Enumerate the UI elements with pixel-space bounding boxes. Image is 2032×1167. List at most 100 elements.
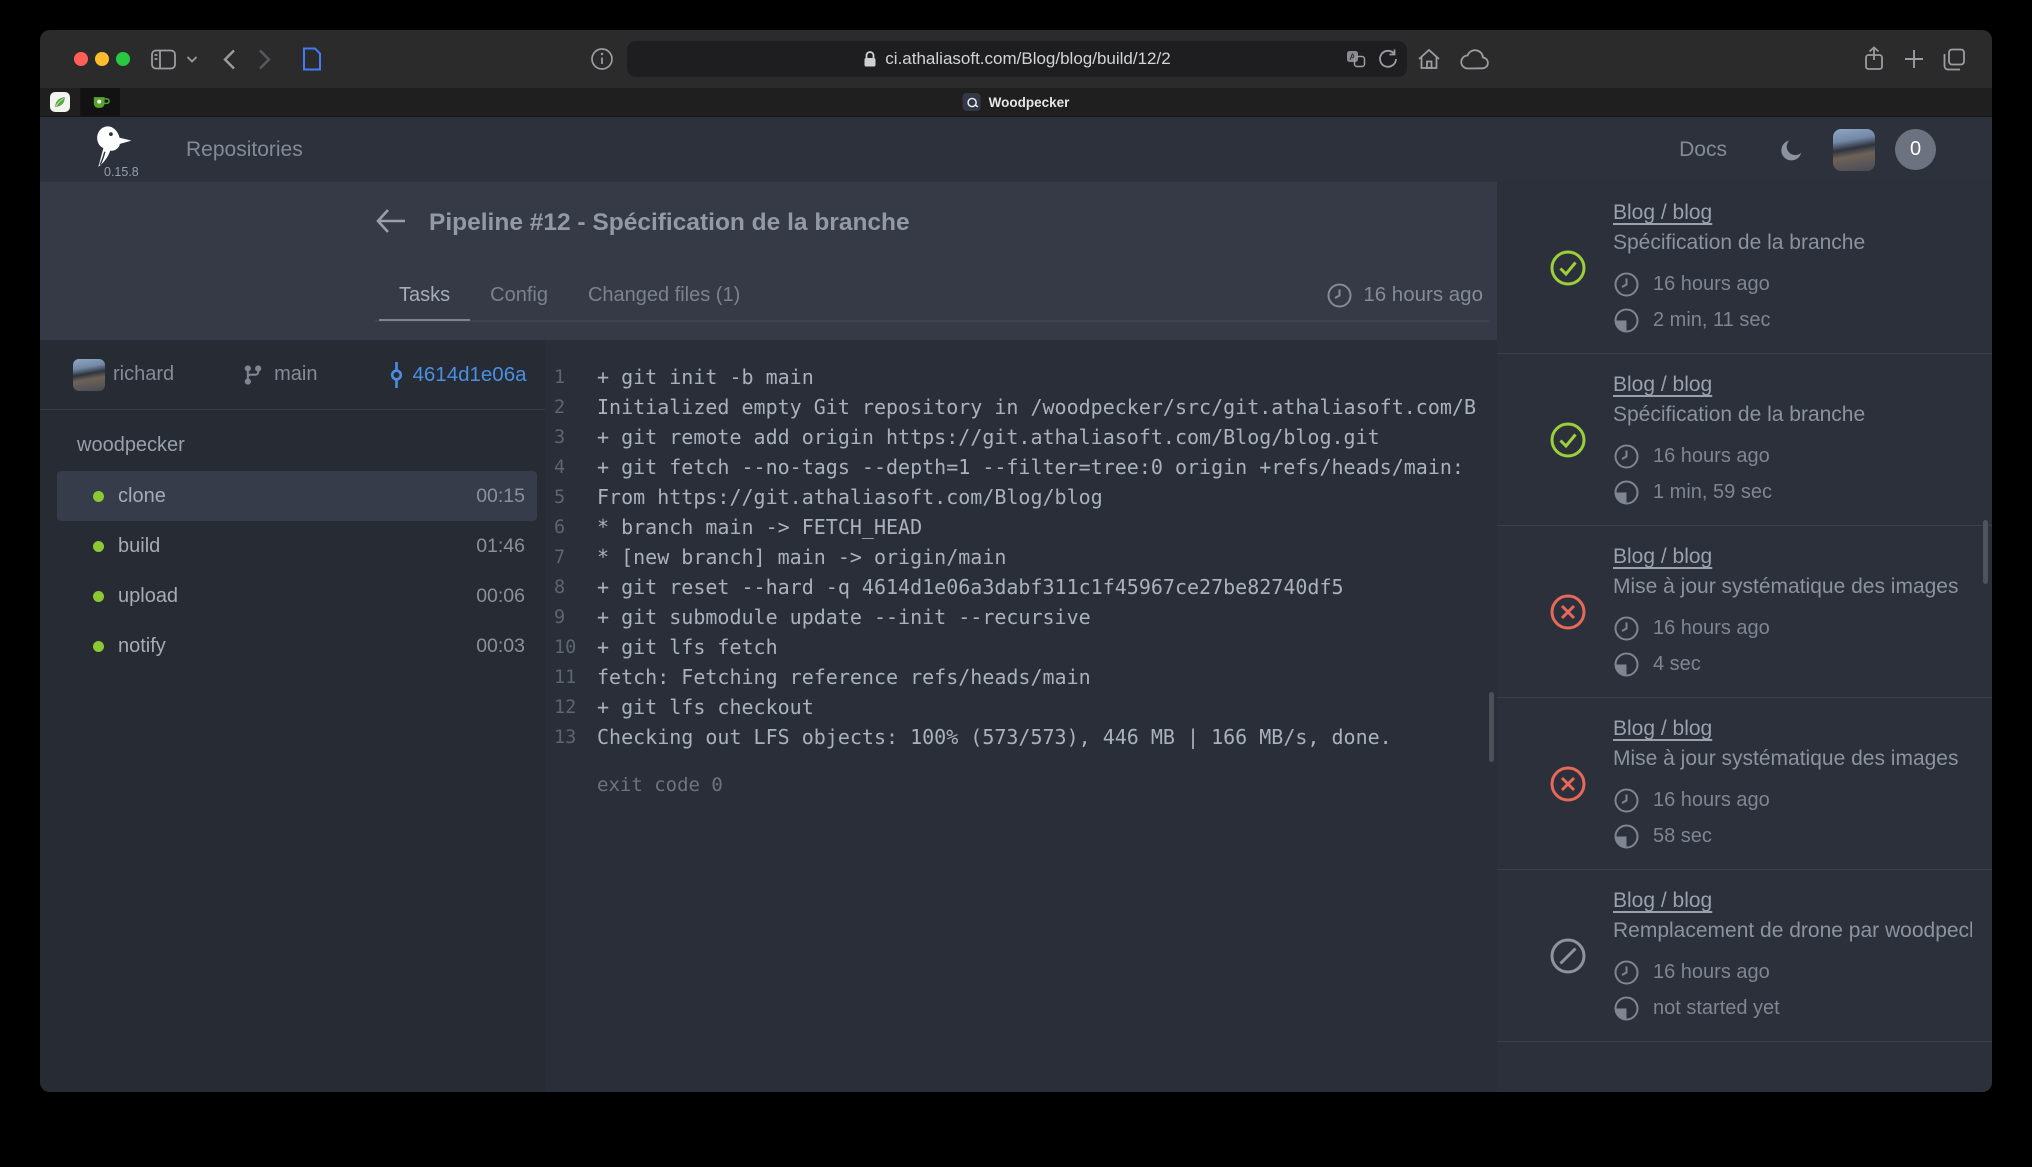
tab-config[interactable]: Config bbox=[470, 271, 568, 321]
pipeline-tabs: Tasks Config Changed files (1) 16 hours … bbox=[375, 270, 1489, 322]
log-line: 1+ git init -b main bbox=[545, 362, 1497, 392]
tab-overview-icon[interactable] bbox=[1943, 48, 1966, 71]
author-avatar bbox=[73, 359, 105, 391]
clock-icon bbox=[1613, 271, 1640, 298]
pipeline-meta: richard main 4614d1e06a bbox=[40, 340, 545, 410]
user-avatar[interactable] bbox=[1833, 129, 1875, 171]
log-line: 9+ git submodule update --init --recursi… bbox=[545, 602, 1497, 632]
duration-row: 58 sec bbox=[1613, 823, 1972, 850]
forward-button[interactable] bbox=[258, 48, 272, 70]
commit-hash-link[interactable]: 4614d1e06a bbox=[413, 363, 527, 387]
theme-toggle-moon-icon[interactable] bbox=[1779, 137, 1805, 163]
duration-row: 2 min, 11 sec bbox=[1613, 307, 1972, 334]
commit-message: Remplacement de drone par woodpecker bbox=[1613, 919, 1972, 943]
success-status-icon bbox=[1549, 249, 1587, 287]
brand[interactable]: 0.15.8 bbox=[90, 117, 150, 182]
tab-changed-files[interactable]: Changed files (1) bbox=[568, 271, 760, 321]
log-line: 4+ git fetch --no-tags --depth=1 --filte… bbox=[545, 452, 1497, 482]
clock-icon bbox=[1613, 959, 1640, 986]
notification-badge[interactable]: 0 bbox=[1895, 129, 1936, 170]
duration-icon bbox=[1613, 823, 1640, 850]
woodpecker-favicon bbox=[963, 93, 981, 111]
tab-tasks[interactable]: Tasks bbox=[379, 271, 470, 321]
reload-icon[interactable] bbox=[1378, 49, 1397, 69]
woodpecker-logo bbox=[90, 123, 134, 169]
info-icon[interactable] bbox=[590, 47, 614, 71]
commit-message: Spécification de la branche bbox=[1613, 231, 1972, 255]
translate-icon[interactable]: A bbox=[1346, 50, 1366, 68]
url-text: ci.athaliasoft.com/Blog/blog/build/12/2 bbox=[885, 49, 1170, 69]
clock-icon bbox=[1613, 615, 1640, 642]
repo-link[interactable]: Blog / blog bbox=[1613, 545, 1712, 569]
log-line: 7* [new branch] main -> origin/main bbox=[545, 542, 1497, 572]
reader-page-icon[interactable] bbox=[302, 47, 322, 72]
log-scrollbar-thumb[interactable] bbox=[1489, 692, 1494, 762]
close-window-button[interactable] bbox=[74, 52, 88, 66]
exit-code: exit code 0 bbox=[597, 774, 1497, 796]
log-panel: 1+ git init -b main 2Initialized empty G… bbox=[545, 340, 1497, 1092]
time-row: 16 hours ago bbox=[1613, 271, 1972, 298]
step-status-dot bbox=[93, 591, 104, 602]
commit-message: Mise à jour systématique des images bbox=[1613, 747, 1972, 771]
feed-scrollbar-thumb[interactable] bbox=[1983, 520, 1988, 584]
time-row: 16 hours ago bbox=[1613, 959, 1972, 986]
feed-entry[interactable]: Blog / blog Remplacement de drone par wo… bbox=[1497, 870, 1992, 1042]
feed-entry[interactable]: Blog / blog Mise à jour systématique des… bbox=[1497, 698, 1992, 870]
active-tab[interactable]: Woodpecker bbox=[963, 88, 1070, 116]
failure-status-icon bbox=[1549, 593, 1587, 631]
back-button[interactable] bbox=[222, 48, 236, 70]
duration-icon bbox=[1613, 651, 1640, 678]
nav-repositories-link[interactable]: Repositories bbox=[186, 138, 303, 162]
feed-entry[interactable]: Blog / blog Spécification de la branche … bbox=[1497, 182, 1992, 354]
step-group-label: woodpecker bbox=[77, 434, 545, 457]
commit-icon bbox=[389, 362, 404, 388]
clock-icon bbox=[1613, 787, 1640, 814]
steps-panel: richard main 4614d1e06a woodpecker bbox=[40, 340, 545, 1092]
feed-entry[interactable]: Blog / blog Spécification de la branche … bbox=[1497, 354, 1992, 526]
pinned-tab-gitea[interactable] bbox=[80, 88, 120, 116]
repo-link[interactable]: Blog / blog bbox=[1613, 717, 1712, 741]
new-tab-icon[interactable] bbox=[1904, 49, 1924, 69]
home-icon[interactable] bbox=[1416, 47, 1442, 71]
step-row-notify[interactable]: notify 00:03 bbox=[57, 621, 537, 671]
feed-entry[interactable]: Blog / blog Mise à jour systématique des… bbox=[1497, 526, 1992, 698]
step-row-upload[interactable]: upload 00:06 bbox=[57, 571, 537, 621]
failure-status-icon bbox=[1549, 765, 1587, 803]
branch-icon bbox=[242, 363, 264, 387]
time-row: 16 hours ago bbox=[1613, 615, 1972, 642]
not-started-status-icon bbox=[1549, 937, 1587, 975]
address-bar[interactable]: ci.athaliasoft.com/Blog/blog/build/12/2 … bbox=[627, 41, 1407, 77]
log-line: 6* branch main -> FETCH_HEAD bbox=[545, 512, 1497, 542]
duration-row: 4 sec bbox=[1613, 651, 1972, 678]
minimize-window-button[interactable] bbox=[95, 52, 109, 66]
commit-message: Spécification de la branche bbox=[1613, 403, 1972, 427]
log-line: 8+ git reset --hard -q 4614d1e06a3dabf31… bbox=[545, 572, 1497, 602]
chevron-down-icon[interactable] bbox=[186, 55, 198, 63]
author-name: richard bbox=[113, 363, 174, 386]
repo-link[interactable]: Blog / blog bbox=[1613, 201, 1712, 225]
sidebar-toggle-icon[interactable] bbox=[150, 48, 177, 70]
teacup-favicon bbox=[92, 95, 110, 110]
woodpecker-app: 0.15.8 Repositories Docs 0 bbox=[40, 117, 1992, 1092]
feed-entry[interactable]: Blog / blog Remplacement de drone par wo… bbox=[1497, 1042, 1992, 1092]
step-row-build[interactable]: build 01:46 bbox=[57, 521, 537, 571]
cloud-icon[interactable] bbox=[1460, 49, 1490, 70]
duration-icon bbox=[1613, 307, 1640, 334]
repo-link[interactable]: Blog / blog bbox=[1613, 889, 1712, 913]
time-row: 16 hours ago bbox=[1613, 787, 1972, 814]
step-status-dot bbox=[93, 641, 104, 652]
app-version: 0.15.8 bbox=[104, 165, 139, 179]
step-row-clone[interactable]: clone 00:15 bbox=[57, 471, 537, 521]
log-line: 2Initialized empty Git repository in /wo… bbox=[545, 392, 1497, 422]
repo-link[interactable]: Blog / blog bbox=[1613, 373, 1712, 397]
step-status-dot bbox=[93, 541, 104, 552]
back-arrow-icon[interactable] bbox=[375, 207, 407, 240]
success-status-icon bbox=[1549, 421, 1587, 459]
pinned-tab-leaf[interactable] bbox=[40, 88, 80, 116]
pipeline-title: Pipeline #12 - Spécification de la branc… bbox=[429, 209, 910, 237]
nav-docs-link[interactable]: Docs bbox=[1679, 138, 1727, 162]
commit-message: Mise à jour systématique des images bbox=[1613, 575, 1972, 599]
time-row: 16 hours ago bbox=[1613, 443, 1972, 470]
zoom-window-button[interactable] bbox=[116, 52, 130, 66]
share-icon[interactable] bbox=[1863, 46, 1885, 72]
